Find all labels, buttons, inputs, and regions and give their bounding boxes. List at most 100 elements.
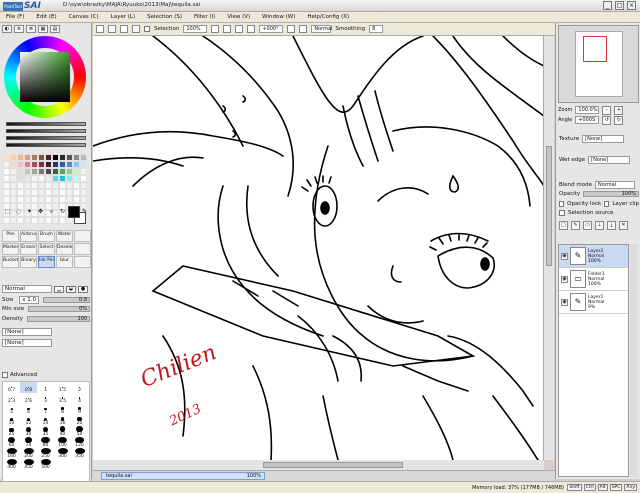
brush-shape-flat-icon[interactable]: ▁ [54,285,64,293]
color-swatch[interactable] [52,189,59,196]
menu-layer[interactable]: Layer (L) [111,14,135,20]
color-swatch[interactable] [17,168,24,175]
color-swatch[interactable] [38,175,45,182]
brush-size-preset[interactable]: 3.5 [54,393,71,404]
color-swatch[interactable] [3,161,10,168]
tool-deselect[interactable]: Deselect [56,243,73,255]
min-size-slider[interactable]: 0% [28,306,90,312]
color-swatch[interactable] [38,217,45,224]
swatches-tab-icon[interactable]: ▦ [38,25,48,33]
color-swatch[interactable] [66,196,73,203]
delete-layer-icon[interactable]: ✕ [619,221,628,230]
brush-size-preset[interactable]: 1.5 [54,382,71,393]
zoom-icon[interactable]: ⌕ [48,208,55,215]
angle-left-icon[interactable]: ↺ [602,115,612,125]
zoom-minus-icon[interactable]: - [602,105,612,115]
color-swatch[interactable] [38,196,45,203]
color-swatch[interactable] [17,161,24,168]
color-swatch[interactable] [10,168,17,175]
color-swatch[interactable] [52,154,59,161]
color-swatch[interactable] [3,168,10,175]
color-swatch[interactable] [3,175,10,182]
brush-size-preset[interactable]: 100 [54,437,71,448]
color-swatch[interactable] [59,161,66,168]
color-swatch[interactable] [66,189,73,196]
color-swatch[interactable] [66,182,73,189]
color-swatch[interactable] [17,175,24,182]
color-swatch[interactable] [73,154,80,161]
menu-canvas[interactable]: Canvas (C) [69,14,99,20]
brush-size-preset[interactable]: 300 [54,448,71,459]
tool-bucket[interactable]: Bucket [2,256,19,268]
size-slider[interactable]: 0.8 [43,297,90,303]
color-swatch[interactable] [73,189,80,196]
hsv-slider-tab-icon[interactable]: ≣ [26,25,36,33]
new-layer-icon[interactable]: ▢ [559,221,568,230]
color-swatch[interactable] [38,161,45,168]
size-multiplier[interactable]: x 1.0 [19,296,40,304]
color-swatch[interactable] [45,196,52,203]
menu-file[interactable]: File (F) [6,14,24,20]
color-slider-4[interactable] [6,143,86,147]
layer-row[interactable]: ◉ ✎ Layer1 Normal 9% [559,291,628,314]
blend-mode-dropdown[interactable]: Normal [595,181,636,189]
color-swatch[interactable] [3,196,10,203]
color-swatch[interactable] [24,217,31,224]
smoothing-field[interactable]: 8 [369,25,384,33]
color-wheel[interactable] [4,36,86,118]
color-swatch[interactable] [52,161,59,168]
color-swatch[interactable] [45,189,52,196]
color-swatch[interactable] [3,154,10,161]
brush-blend-dropdown[interactable]: Normal [2,285,52,293]
brush-size-preset[interactable] [71,459,88,470]
color-swatch[interactable] [80,189,87,196]
menu-edit[interactable]: Edit (E) [36,14,56,20]
color-slider-1[interactable] [6,122,86,126]
opacity-lock-checkbox[interactable] [559,201,565,207]
color-swatch[interactable] [59,196,66,203]
tool-binary[interactable]: Binary [20,256,37,268]
color-swatch[interactable] [10,161,17,168]
rotate-left-icon[interactable] [247,25,256,33]
brush-size-preset[interactable]: 35 [37,426,54,437]
brush-size-preset[interactable]: 3 [37,393,54,404]
color-swatch[interactable] [45,217,52,224]
zoom-reset-icon[interactable] [235,25,244,33]
deselect-icon[interactable] [120,25,128,33]
zoom-plus-icon[interactable]: + [614,105,624,115]
advanced-checkbox[interactable] [2,372,8,378]
redo-icon[interactable] [108,25,116,33]
new-linework-layer-icon[interactable]: ✎ [571,221,580,230]
color-swatch[interactable] [24,196,31,203]
brush-size-preset[interactable]: 14 [37,415,54,426]
color-swatch[interactable] [10,189,17,196]
color-swatch[interactable] [10,154,17,161]
brush-size-preset[interactable]: 5 [3,404,20,415]
brush-size-preset[interactable]: 25 [3,426,20,437]
color-swatch[interactable] [80,175,87,182]
color-swatch[interactable] [66,161,73,168]
selection-checkbox[interactable] [144,26,150,32]
canvas-horizontal-scrollbar[interactable] [93,460,544,470]
layer-row[interactable]: ◉ ▭ Folder1 Normal 100% [559,268,628,291]
color-swatch[interactable] [59,217,66,224]
color-swatch[interactable] [31,168,38,175]
color-swatch[interactable] [52,175,59,182]
layer-list-scrollbar[interactable] [630,244,638,477]
color-swatch[interactable] [52,168,59,175]
invert-icon[interactable] [132,25,140,33]
color-swatch[interactable] [31,217,38,224]
tool-water[interactable]: Water [56,230,73,242]
color-swatch[interactable] [31,189,38,196]
minimize-button[interactable]: _ [603,1,612,10]
move-icon[interactable]: ✥ [37,208,44,215]
menu-filter[interactable]: Filter (I) [194,14,215,20]
brush-size-preset[interactable]: 6 [20,404,37,415]
brush-shape-soft-icon[interactable]: ● [78,285,88,293]
zoom-field[interactable]: 100% [183,25,208,33]
color-slider-2[interactable] [6,129,86,133]
wet-edge-dropdown[interactable]: [None] [588,156,631,164]
color-swatch[interactable] [45,168,52,175]
color-swatch[interactable] [80,161,87,168]
color-wheel-tab-icon[interactable]: ◐ [2,25,12,33]
